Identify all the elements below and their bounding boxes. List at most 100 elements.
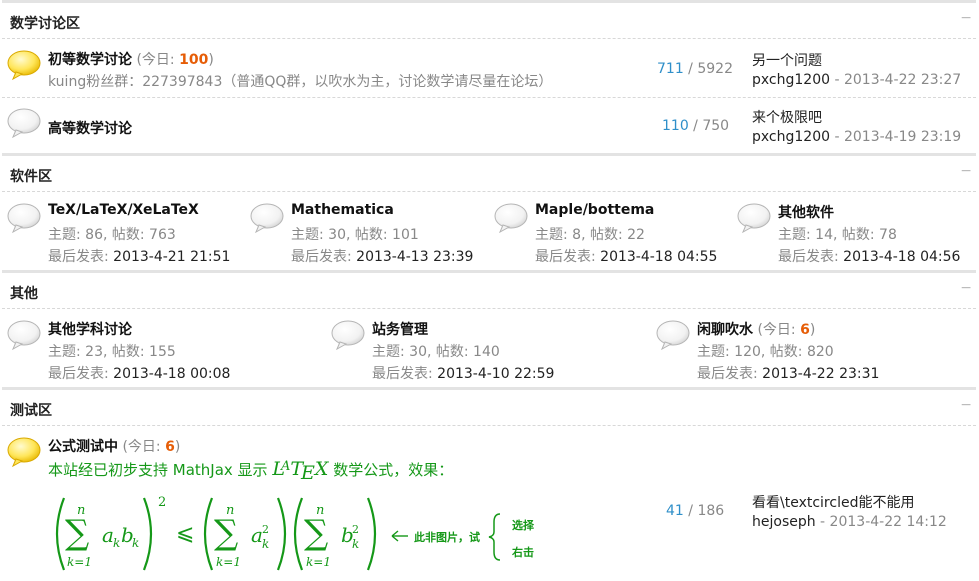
last-post-meta: pxchg1200 - 2013-4-19 23:19 (752, 129, 961, 145)
forum-stats: 主题: 30, 帖数: 140 (372, 344, 500, 360)
svg-text:k: k (132, 536, 139, 550)
mathjax-formula: n ∑ k=1 a k b k 2 ⩽ n ∑ k=1 a 2 k n ∑ k=… (55, 495, 535, 571)
last-post-user[interactable]: pxchg1200 (752, 72, 830, 88)
no-new-posts-icon (250, 203, 284, 233)
section-separator (2, 387, 976, 390)
post-count: 186 (697, 503, 725, 519)
forum-link[interactable]: Maple/bottema (535, 202, 654, 218)
last-post-title[interactable]: 另一个问题 (752, 50, 822, 70)
last-post-title[interactable]: 来个极限吧 (752, 107, 822, 127)
today-count: 100 (179, 52, 209, 68)
today-label: (今日: (122, 439, 166, 455)
sum-icon: ∑ (304, 513, 328, 553)
forum-counts: 41 / 186 (666, 503, 725, 519)
forum-stats: 主题: 86, 帖数: 763 (48, 227, 176, 243)
forum-description: kuing粉丝群：227397843（普通QQ群，以吹水为主，讨论数学请尽量在论… (48, 74, 553, 90)
forum-link[interactable]: 其他软件 (778, 202, 834, 222)
thread-count: 110 (662, 118, 689, 134)
brace-icon (488, 513, 501, 561)
option-select: 选择 (512, 518, 535, 532)
forum-link[interactable]: Mathematica (291, 202, 394, 218)
post-count: 5922 (697, 61, 733, 77)
no-new-posts-icon (7, 203, 41, 233)
last-post-date[interactable]: 2013-4-21 21:51 (113, 249, 230, 265)
forum-link[interactable]: 公式测试中 (48, 439, 118, 455)
section-header-test: 测试区 − (2, 393, 976, 423)
forum-description: 本站经已初步支持 MathJax 显示 LATEX 数学公式，效果： (48, 458, 454, 484)
section-title: 测试区 (10, 403, 52, 419)
section-header-math: 数学讨论区 − (2, 6, 976, 36)
last-post-date[interactable]: 2013-4-13 23:39 (356, 249, 473, 265)
last-post-date: - 2013-4-22 14:12 (815, 514, 947, 530)
svg-text:k: k (113, 536, 120, 550)
forum-link[interactable]: 其他学科讨论 (48, 319, 132, 339)
forum-last-post: 最后发表: 2013-4-13 23:39 (291, 249, 474, 265)
last-post-meta: pxchg1200 - 2013-4-22 23:27 (752, 72, 961, 88)
forum-link[interactable]: 初等数学讨论 (48, 52, 132, 68)
forum-last-post: 最后发表: 2013-4-18 00:08 (48, 366, 231, 382)
forum-link[interactable]: TeX/LaTeX/XeLaTeX (48, 202, 199, 218)
leq-icon: ⩽ (176, 521, 194, 546)
svg-text:k=1: k=1 (306, 555, 331, 569)
forum-link[interactable]: 高等数学讨论 (48, 118, 132, 138)
section-separator (2, 270, 976, 273)
forum-stats: 主题: 8, 帖数: 22 (535, 227, 645, 243)
today-label: (今日: (136, 52, 180, 68)
divider (2, 38, 976, 39)
no-new-posts-icon (7, 108, 41, 138)
svg-text:2: 2 (262, 523, 269, 536)
forum-last-post: 最后发表: 2013-4-21 21:51 (48, 249, 231, 265)
sum-icon: ∑ (65, 513, 89, 553)
sum-icon: ∑ (214, 513, 238, 553)
formula-note: 此非图片，试 (414, 530, 480, 544)
last-post-date[interactable]: 2013-4-22 23:31 (762, 366, 879, 382)
last-post-date[interactable]: 2013-4-18 00:08 (113, 366, 230, 382)
collapse-icon[interactable]: − (960, 397, 972, 413)
collapse-icon[interactable]: − (960, 163, 972, 179)
top-border (2, 0, 976, 3)
forum-stats: 主题: 14, 帖数: 78 (778, 227, 897, 243)
svg-text:k: k (352, 537, 359, 551)
forum-stats: 主题: 120, 帖数: 820 (697, 344, 834, 360)
last-post-title[interactable]: 看看\textcircled能不能用 (752, 492, 914, 512)
power: 2 (158, 495, 166, 510)
last-post-date: - 2013-4-19 23:19 (830, 129, 962, 145)
collapse-icon[interactable]: − (960, 10, 972, 26)
forum-last-post: 最后发表: 2013-4-22 23:31 (697, 366, 880, 382)
sum-lower-limit: k=1 (67, 555, 92, 569)
last-post-date[interactable]: 2013-4-18 04:56 (843, 249, 960, 265)
last-post-date: - 2013-4-22 23:27 (830, 72, 962, 88)
forum-link[interactable]: 闲聊吹水 (697, 322, 753, 338)
svg-text:2: 2 (352, 523, 359, 536)
section-header-software: 软件区 − (2, 159, 976, 189)
today-count: 6 (165, 439, 175, 455)
section-separator (2, 153, 976, 156)
section-title: 数学讨论区 (10, 16, 80, 32)
forum-link[interactable]: 站务管理 (372, 319, 428, 339)
latex-logo: LATEX (272, 458, 329, 484)
forum-last-post: 最后发表: 2013-4-18 04:56 (778, 249, 961, 265)
last-post-date[interactable]: 2013-4-18 04:55 (600, 249, 717, 265)
no-new-posts-icon (737, 203, 771, 233)
last-post-user[interactable]: hejoseph (752, 514, 816, 530)
no-new-posts-icon (331, 320, 365, 350)
section-header-other: 其他 − (2, 276, 976, 306)
no-new-posts-icon (494, 203, 528, 233)
today-count: 6 (800, 322, 810, 338)
forum-row-elementary: 初等数学讨论 (今日: 100) (48, 52, 214, 68)
new-posts-icon (7, 50, 41, 80)
divider (2, 191, 976, 192)
thread-count: 711 (657, 61, 684, 77)
forum-stats: 主题: 23, 帖数: 155 (48, 344, 176, 360)
svg-text:k=1: k=1 (216, 555, 241, 569)
section-title: 其他 (10, 286, 38, 302)
forum-row-chat: 闲聊吹水 (今日: 6) (697, 322, 816, 338)
forum-counts: 711 / 5922 (657, 61, 733, 77)
post-count: 750 (702, 118, 730, 134)
collapse-icon[interactable]: − (960, 280, 972, 296)
forum-counts: 110 / 750 (662, 118, 730, 134)
last-post-date[interactable]: 2013-4-10 22:59 (437, 366, 554, 382)
today-label: (今日: (757, 322, 801, 338)
option-right-click: 右击 (511, 545, 534, 559)
last-post-user[interactable]: pxchg1200 (752, 129, 830, 145)
